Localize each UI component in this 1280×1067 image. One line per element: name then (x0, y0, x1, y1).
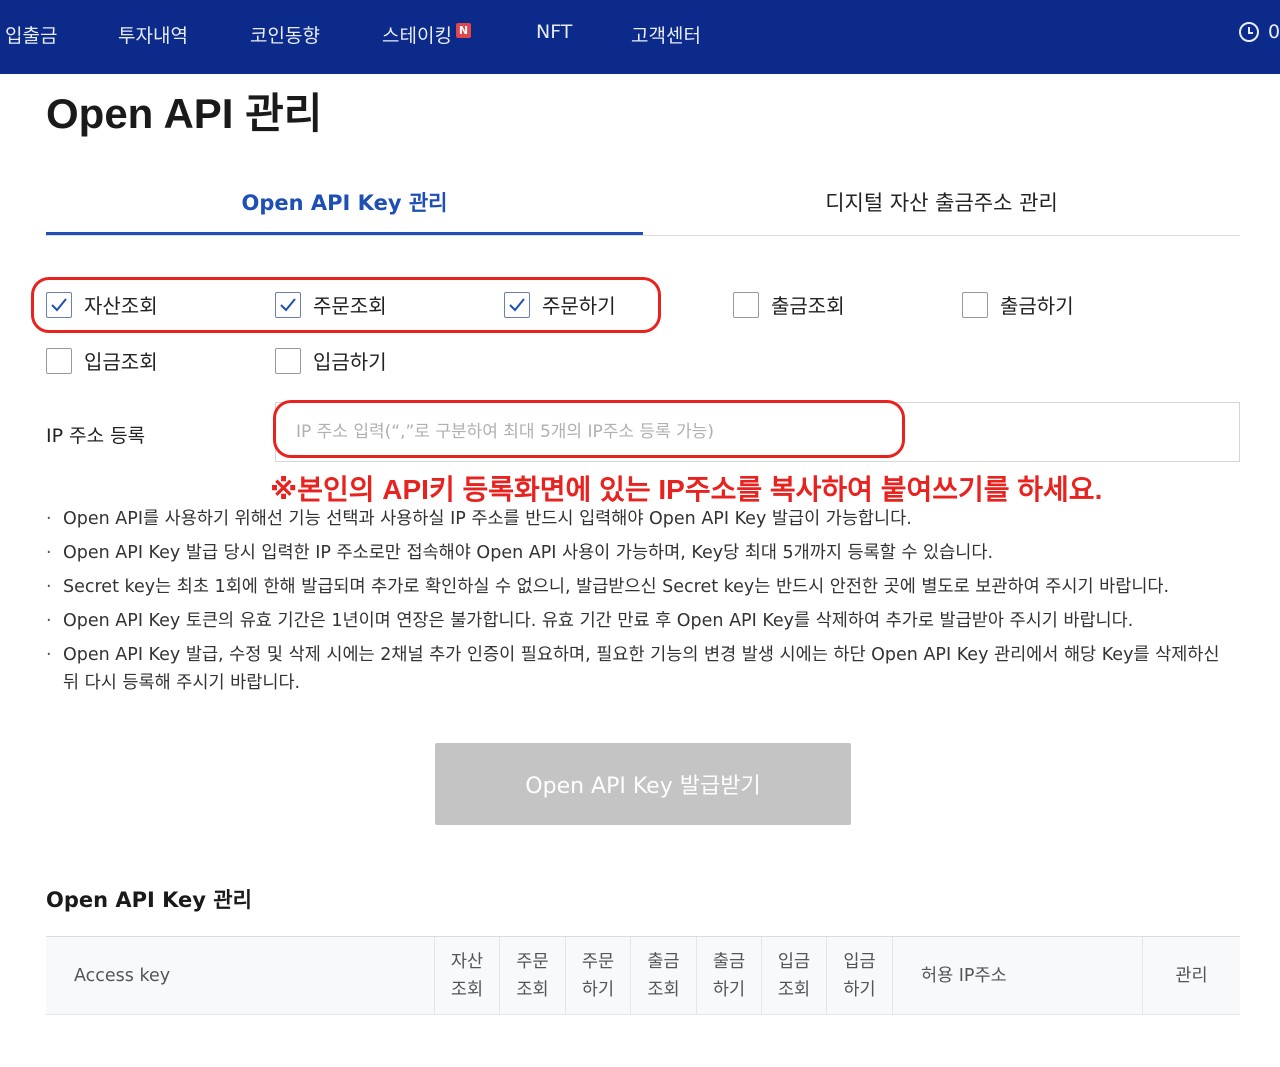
checkbox-label: 주문조회 (313, 294, 387, 318)
notice-item: Open API Key 발급 당시 입력한 IP 주소로만 접속해야 Open… (46, 539, 1238, 567)
checkbox-label: 입금하기 (313, 350, 387, 374)
checkbox-box[interactable] (46, 291, 72, 318)
issue-api-key-button[interactable]: Open API Key 발급받기 (435, 743, 851, 825)
checkbox-box[interactable] (733, 291, 759, 318)
column-allowed-ip: 허용 IP주소 (893, 937, 1143, 1014)
column-withdrawal-inquiry: 출금 조회 (631, 937, 697, 1014)
column-manage: 관리 (1175, 965, 1208, 986)
checkbox-box[interactable] (46, 347, 72, 374)
checkbox-label: 주문하기 (542, 294, 616, 318)
check-icon (51, 297, 67, 311)
check-icon (509, 297, 525, 311)
checkbox-label: 출금하기 (1000, 294, 1074, 318)
notice-list: Open API를 사용하기 위해선 기능 선택과 사용하실 IP 주소를 반드… (46, 505, 1246, 703)
ip-registration-label: IP 주소 등록 (46, 425, 146, 447)
notice-item: Open API Key 토큰의 유효 기간은 1년이며 연장은 불가합니다. … (46, 607, 1238, 635)
column-deposit: 입금 하기 (827, 937, 893, 1014)
nav-item-investments[interactable]: 투자내역 (118, 21, 188, 48)
column-asset-inquiry: 자산 조회 (435, 937, 500, 1014)
checkbox-label: 입금조회 (84, 350, 158, 374)
checkbox-box[interactable] (504, 291, 530, 318)
checkbox-withdrawal-inquiry[interactable]: 출금조회 (733, 290, 845, 319)
checkbox-deposit[interactable]: 입금하기 (275, 346, 387, 375)
check-icon (280, 297, 296, 311)
column-place-order: 주문 하기 (566, 937, 631, 1014)
checkbox-order-inquiry[interactable]: 주문조회 (275, 290, 387, 319)
checkbox-label: 자산조회 (84, 294, 158, 318)
checkbox-label: 출금조회 (771, 294, 845, 318)
nav-item-coin-trends[interactable]: 코인동향 (250, 21, 320, 48)
checkbox-place-order[interactable]: 주문하기 (504, 290, 616, 319)
column-access-key: Access key (46, 937, 435, 1014)
column-order-inquiry: 주문 조회 (500, 937, 566, 1014)
notice-item: Open API를 사용하기 위해선 기능 선택과 사용하실 IP 주소를 반드… (46, 505, 1238, 533)
nav-item-nft[interactable]: NFT (536, 21, 572, 43)
nav-item-deposit-withdraw[interactable]: 입출금 (5, 21, 57, 48)
column-withdraw: 출금 하기 (697, 937, 762, 1014)
checkbox-deposit-inquiry[interactable]: 입금조회 (46, 346, 158, 375)
top-navigation-bar: 입출금 투자내역 코인동향 스테이킹 N NFT 고객센터 0 (0, 0, 1280, 74)
checkbox-box[interactable] (275, 347, 301, 374)
checkbox-box[interactable] (962, 291, 988, 318)
annotation-note: ※본인의 API키 등록화면에 있는 IP주소를 복사하여 붙여쓰기를 하세요. (270, 474, 1103, 505)
ip-address-input[interactable] (275, 402, 1240, 462)
notice-item: Secret key는 최초 1회에 한해 발급되며 추가로 확인하실 수 없으… (46, 573, 1238, 601)
checkbox-withdraw[interactable]: 출금하기 (962, 290, 1074, 319)
clock-text: 0 (1268, 21, 1280, 43)
key-table-header: Access key 자산 조회 주문 조회 주문 하기 출금 조회 출금 하기… (46, 936, 1240, 1015)
nav-item-staking-label: 스테이킹 (382, 25, 452, 47)
column-deposit-inquiry: 입금 조회 (762, 937, 827, 1014)
tab-open-api-key-management[interactable]: Open API Key 관리 (46, 175, 643, 235)
tab-withdrawal-address-management[interactable]: 디지털 자산 출금주소 관리 (643, 175, 1240, 234)
checkbox-box[interactable] (275, 291, 301, 318)
key-table-title: Open API Key 관리 (46, 888, 252, 912)
clock-icon[interactable] (1239, 22, 1259, 42)
nav-item-staking[interactable]: 스테이킹 N (382, 21, 471, 48)
new-badge: N (455, 23, 471, 38)
checkbox-asset-inquiry[interactable]: 자산조회 (46, 290, 158, 319)
page-title: Open API 관리 (46, 90, 323, 137)
nav-item-customer-center[interactable]: 고객센터 (631, 21, 701, 48)
notice-item: Open API Key 발급, 수정 및 삭제 시에는 2채널 추가 인증이 … (46, 641, 1238, 697)
tab-bar: Open API Key 관리 디지털 자산 출금주소 관리 (46, 175, 1240, 236)
